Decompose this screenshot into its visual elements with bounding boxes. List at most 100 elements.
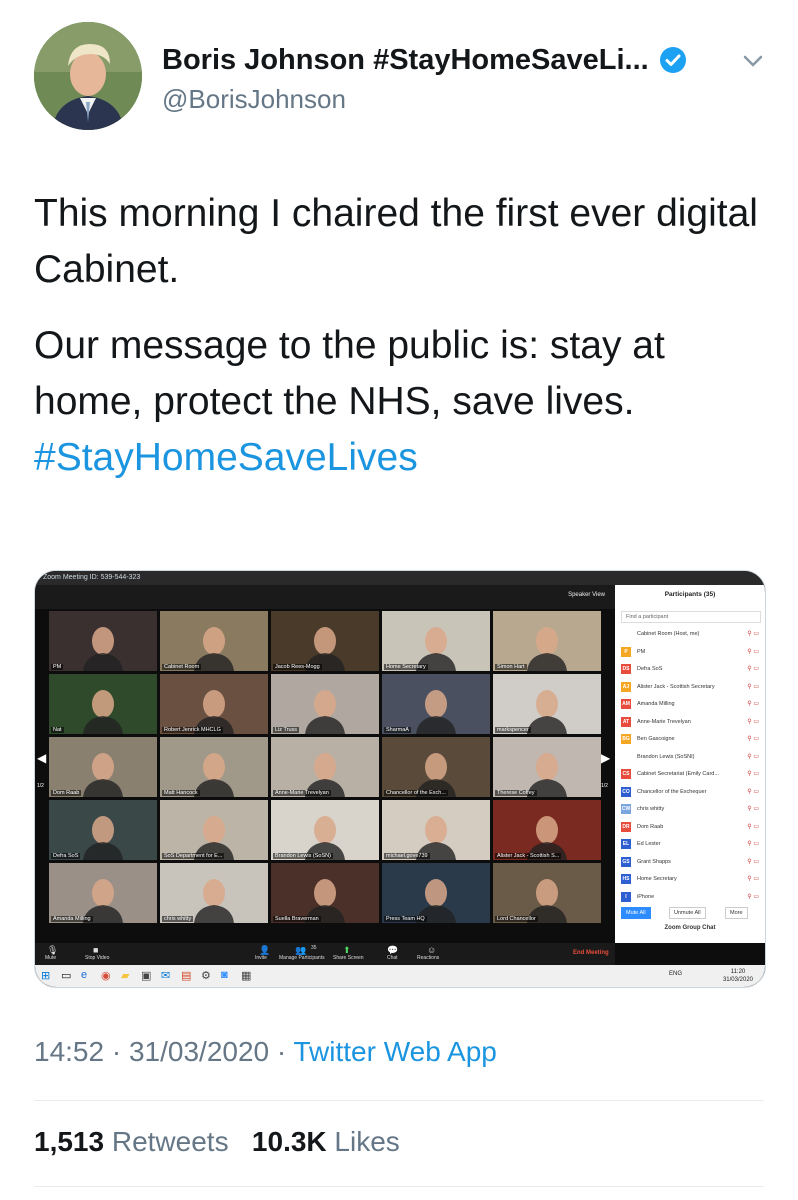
system-clock[interactable]: 11:20 31/03/2020: [723, 968, 753, 984]
page-right-arrow-icon[interactable]: ▶: [601, 751, 610, 765]
mic-camera-status-icon[interactable]: ⚲ ▭: [747, 683, 759, 690]
participant-row[interactable]: IiPhone ⚲ ▭: [621, 890, 759, 906]
participant-row[interactable]: EL Ed Lester ⚲ ▭: [621, 837, 759, 853]
mic-camera-status-icon[interactable]: ⚲ ▭: [747, 840, 759, 847]
mic-camera-status-icon[interactable]: ⚲ ▭: [747, 630, 759, 637]
video-tile[interactable]: Matt Hancock: [160, 737, 268, 797]
video-tile[interactable]: Lord Chancellor: [493, 863, 601, 923]
display-name[interactable]: Boris Johnson #StayHomeSaveLi...: [162, 42, 649, 78]
participant-row[interactable]: CS Cabinet Secretariat (Emily Card... ⚲ ▭: [621, 767, 759, 783]
tweet-source-link[interactable]: Twitter Web App: [294, 1036, 497, 1067]
video-tile[interactable]: Nat: [49, 674, 157, 734]
participant-row[interactable]: DR Dom Raab ⚲ ▭: [621, 820, 759, 836]
video-tile[interactable]: Liz Truss: [271, 674, 379, 734]
reactions-button[interactable]: Reactions: [417, 955, 439, 961]
video-tile[interactable]: Press Team HQ: [382, 863, 490, 923]
mic-camera-status-icon[interactable]: ⚲ ▭: [747, 805, 759, 812]
video-tile[interactable]: Simon Hart: [493, 611, 601, 671]
tweet-media-image[interactable]: Zoom Meeting ID: 539-544-323 Speaker Vie…: [34, 570, 766, 988]
video-tile[interactable]: Dom Raab: [49, 737, 157, 797]
chevron-down-icon[interactable]: [740, 48, 766, 74]
mic-camera-status-icon[interactable]: ⚲ ▭: [747, 893, 759, 900]
video-tile[interactable]: Amanda Milling: [49, 863, 157, 923]
mute-all-button[interactable]: Mute All: [621, 907, 651, 919]
video-camera-icon[interactable]: ■: [93, 945, 98, 955]
participant-row[interactable]: CW chris whitty ⚲ ▭: [621, 802, 759, 818]
mic-camera-status-icon[interactable]: ⚲ ▭: [747, 788, 759, 795]
page-left-arrow-icon[interactable]: ◀: [37, 751, 46, 765]
share-screen-button[interactable]: Share Screen: [333, 955, 364, 961]
mic-camera-status-icon[interactable]: ⚲ ▭: [747, 875, 759, 882]
user-handle[interactable]: @BorisJohnson: [162, 84, 687, 115]
participant-row[interactable]: CO Chancellor of the Exchequer ⚲ ▭: [621, 785, 759, 801]
mic-camera-status-icon[interactable]: ⚲ ▭: [747, 700, 759, 707]
video-tile[interactable]: Therese Coffey: [493, 737, 601, 797]
participant-row[interactable]: AT Anne-Marie Trevelyan ⚲ ▭: [621, 715, 759, 731]
store-icon[interactable]: ▣: [141, 969, 151, 982]
zoom-group-chat[interactable]: Zoom Group Chat: [615, 925, 765, 931]
manage-participants-button[interactable]: Manage Participants: [279, 955, 325, 961]
participant-row[interactable]: GS Grant Shapps ⚲ ▭: [621, 855, 759, 871]
mic-camera-status-icon[interactable]: ⚲ ▭: [747, 753, 759, 760]
mic-camera-status-icon[interactable]: ⚲ ▭: [747, 770, 759, 777]
task-view-icon[interactable]: ▭: [61, 969, 71, 982]
video-tile[interactable]: michael.gove739: [382, 800, 490, 860]
more-button[interactable]: More: [725, 907, 748, 919]
powerpoint-icon[interactable]: ▤: [181, 969, 191, 982]
find-participant-input[interactable]: Find a participant: [621, 611, 761, 623]
tweet-time[interactable]: 14:52: [34, 1036, 104, 1067]
windows-start-icon[interactable]: ⊞: [41, 969, 50, 982]
participant-row[interactable]: Brandon Lewis (SoSNI) ⚲ ▭: [621, 750, 759, 766]
mute-button[interactable]: Mute: [45, 955, 56, 961]
settings-gear-icon[interactable]: ⚙: [201, 969, 211, 982]
avatar[interactable]: [34, 22, 142, 130]
video-tile[interactable]: Brandon Lewis (SoSN): [271, 800, 379, 860]
participant-row[interactable]: HS Home Secretary ⚲ ▭: [621, 872, 759, 888]
video-tile[interactable]: Anne-Marie Trevelyan: [271, 737, 379, 797]
tweet-date[interactable]: 31/03/2020: [129, 1036, 269, 1067]
app-icon[interactable]: ▦: [241, 969, 251, 982]
mic-camera-status-icon[interactable]: ⚲ ▭: [747, 858, 759, 865]
video-tile[interactable]: markspencer: [493, 674, 601, 734]
participant-row[interactable]: P PM ⚲ ▭: [621, 645, 759, 661]
unmute-all-button[interactable]: Unmute All: [669, 907, 706, 919]
mic-camera-status-icon[interactable]: ⚲ ▭: [747, 665, 759, 672]
video-tile[interactable]: Defra SoS: [49, 800, 157, 860]
retweets-stat[interactable]: 1,513 Retweets: [34, 1126, 229, 1157]
video-tile[interactable]: Chancellor of the Exch...: [382, 737, 490, 797]
video-tile[interactable]: PM: [49, 611, 157, 671]
likes-stat[interactable]: 10.3K Likes: [252, 1126, 400, 1157]
mic-camera-status-icon[interactable]: ⚲ ▭: [747, 823, 759, 830]
video-tile[interactable]: Cabinet Room: [160, 611, 268, 671]
video-tile[interactable]: Robert Jenrick MHCLG: [160, 674, 268, 734]
chrome-icon[interactable]: ◉: [101, 969, 111, 982]
participant-row[interactable]: DS Defra SoS ⚲ ▭: [621, 662, 759, 678]
video-tile[interactable]: Suella Braverman: [271, 863, 379, 923]
stop-video-button[interactable]: Stop Video: [85, 955, 109, 961]
invite-button[interactable]: Invite: [255, 955, 267, 961]
video-tile[interactable]: SoS Department for E...: [160, 800, 268, 860]
chat-button[interactable]: Chat: [387, 955, 398, 961]
video-tile[interactable]: Jacob Rees-Mogg: [271, 611, 379, 671]
reactions-icon[interactable]: ☺: [427, 945, 436, 955]
speaker-view-button[interactable]: Speaker View: [568, 592, 605, 598]
video-tile[interactable]: SharmaA: [382, 674, 490, 734]
hashtag-link[interactable]: #StayHomeSaveLives: [34, 430, 764, 486]
participant-row[interactable]: AM Amanda Milling ⚲ ▭: [621, 697, 759, 713]
video-tile[interactable]: Alister Jack - Scottish S...: [493, 800, 601, 860]
participant-row[interactable]: AJ Alister Jack - Scottish Secretary ⚲ ▭: [621, 680, 759, 696]
zoom-app-icon[interactable]: ◙: [221, 969, 228, 981]
mic-camera-status-icon[interactable]: ⚲ ▭: [747, 648, 759, 655]
likes-label: Likes: [334, 1126, 400, 1157]
video-tile[interactable]: chris whitty: [160, 863, 268, 923]
mic-camera-status-icon[interactable]: ⚲ ▭: [747, 718, 759, 725]
mail-icon[interactable]: ✉: [161, 969, 170, 982]
end-meeting-button[interactable]: End Meeting: [573, 950, 609, 956]
language-indicator[interactable]: ENG: [669, 971, 682, 977]
edge-browser-icon[interactable]: e: [81, 969, 87, 981]
file-explorer-icon[interactable]: ▰: [121, 969, 129, 982]
participant-row[interactable]: BG Ben Gascoigne ⚲ ▭: [621, 732, 759, 748]
mic-camera-status-icon[interactable]: ⚲ ▭: [747, 735, 759, 742]
participant-row[interactable]: Cabinet Room (Host, me) ⚲ ▭: [621, 627, 759, 643]
video-tile[interactable]: Home Secretary: [382, 611, 490, 671]
